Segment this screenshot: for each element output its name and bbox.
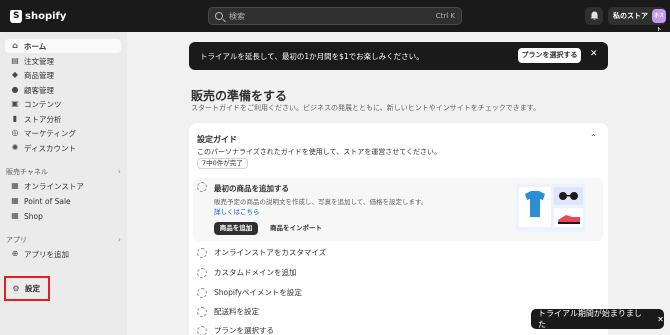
incomplete-circle-icon[interactable] (197, 307, 207, 317)
search-input[interactable]: 検索 Ctrl K (208, 7, 462, 25)
apps-label: アプリ (6, 236, 27, 244)
page-subtitle: スタートガイドをご利用ください。ビジネスの発展とともに、新しいヒントやインサイト… (191, 104, 541, 112)
target-icon: ◎ (11, 128, 19, 137)
tag-icon: ◆ (11, 70, 19, 79)
add-app-button[interactable]: ⊕ アプリを追加 (5, 247, 121, 261)
banner-text: トライアルを延長して、最初の1か月間を$1でお楽しみください。 (200, 51, 424, 61)
setup-guide-title: 設定ガイド (197, 135, 237, 144)
learn-more-link[interactable]: 詳しくはこちら (214, 206, 260, 216)
shopify-logo[interactable]: shopify (10, 9, 67, 23)
sidebar-channel-label: オンラインストア (24, 181, 84, 191)
setup-task[interactable]: カスタムドメインを追加 (214, 267, 297, 278)
orders-icon: ▤ (11, 56, 19, 65)
search-shortcut: Ctrl K (435, 12, 455, 20)
chevron-right-icon: › (117, 167, 121, 176)
close-icon[interactable]: ✕ (657, 315, 664, 324)
sidebar-item-label: ディスカウント (24, 143, 76, 153)
person-icon: ● (11, 85, 19, 94)
task-title[interactable]: 最初の商品を追加する (214, 183, 289, 194)
shopify-bag-icon (10, 9, 22, 23)
sidebar-item-label: ストア分析 (24, 114, 62, 124)
sales-channels-label: 販売チャネル (6, 168, 48, 176)
chart-icon: ▮ (12, 114, 18, 123)
pos-icon: ▦ (11, 196, 19, 205)
incomplete-circle-icon[interactable] (197, 288, 207, 298)
add-app-label: アプリを追加 (24, 249, 69, 259)
toast-text: トライアル期間が始まりました (538, 309, 642, 329)
sidebar-item-3[interactable]: ● 顧客管理 (5, 83, 121, 97)
sidebar-item-1[interactable]: ▤ 注文管理 (5, 54, 121, 68)
sidebar-channel-2[interactable]: ▦ Shop (5, 209, 121, 223)
setup-task[interactable]: Shopifyペイメントを設定 (214, 287, 302, 298)
discount-icon: ✺ (11, 143, 19, 152)
sidebar-item-label: 商品管理 (24, 70, 54, 80)
sidebar-channel-0[interactable]: ▦ オンラインストア (5, 179, 121, 193)
setup-task[interactable]: オンラインストアをカスタマイズ (214, 247, 326, 258)
sidebar-item-0[interactable]: ⌂ ホーム (5, 39, 121, 53)
logo-text: shopify (25, 10, 67, 22)
avatar: ホスト (652, 9, 666, 33)
plus-circle-icon: ⊕ (11, 249, 19, 258)
close-icon[interactable]: ✕ (590, 49, 598, 59)
setup-guide-description: このパーソナライズされたガイドを使用して、ストアを運営させてください。 (197, 148, 442, 156)
incomplete-circle-icon[interactable] (197, 182, 207, 192)
sidebar-item-label: 注文管理 (24, 56, 54, 66)
chevron-up-icon[interactable]: ⌃ (590, 133, 597, 142)
progress-badge: 7中0件が完了 (197, 158, 248, 169)
shop-icon: ▦ (11, 211, 19, 220)
incomplete-circle-icon[interactable] (197, 268, 207, 278)
store-menu-button[interactable]: 私のストア ホスト (608, 7, 666, 33)
sidebar-item-2[interactable]: ◆ 商品管理 (5, 68, 121, 82)
select-plan-button[interactable]: プランを選択する (518, 48, 581, 63)
sidebar-item-label: 顧客管理 (24, 85, 54, 95)
apps-header[interactable]: アプリ › (6, 235, 121, 245)
sidebar-item-7[interactable]: ✺ ディスカウント (5, 141, 121, 155)
store-name: 私のストア (613, 12, 648, 20)
incomplete-circle-icon[interactable] (197, 248, 207, 258)
setup-task[interactable]: 配送料を設定 (214, 306, 259, 317)
search-icon (215, 12, 223, 20)
sidebar-item-4[interactable]: ▣ コンテンツ (5, 97, 121, 111)
sidebar-item-label: マーケティング (24, 128, 76, 138)
image-icon: ▣ (11, 99, 19, 108)
search-placeholder: 検索 (229, 11, 245, 21)
sales-channels-header[interactable]: 販売チャネル › (6, 167, 121, 177)
task-description: 販売予定の商品の説明文を作成し、写真を追加して、価格を設定します。 (214, 198, 428, 206)
chevron-right-icon: › (117, 235, 121, 244)
sidebar-item-6[interactable]: ◎ マーケティング (5, 126, 121, 140)
sidebar-channel-label: Shop (24, 211, 43, 221)
settings-button[interactable]: ⚙ 設定 (4, 276, 50, 301)
sidebar-channel-label: Point of Sale (24, 196, 71, 206)
sidebar-item-5[interactable]: ▮ ストア分析 (5, 112, 121, 126)
notifications-bell-icon[interactable] (585, 7, 603, 25)
sidebar-item-label: ホーム (24, 41, 47, 51)
home-icon: ⌂ (12, 41, 18, 50)
sidebar-channel-1[interactable]: ▦ Point of Sale (5, 194, 121, 208)
import-products-button[interactable]: 商品をインポート (265, 222, 327, 235)
add-product-button[interactable]: 商品を追加 (214, 222, 258, 235)
page-title: 販売の準備をする (191, 89, 288, 103)
setup-task[interactable]: プランを選択する (214, 325, 274, 335)
gear-icon: ⚙ (12, 283, 20, 293)
sidebar-item-label: コンテンツ (24, 99, 62, 109)
incomplete-circle-icon[interactable] (197, 326, 207, 335)
toast-notification: トライアル期間が始まりました ✕ (531, 309, 664, 329)
product-illustration-icon (516, 184, 586, 232)
settings-label: 設定 (25, 284, 40, 293)
store-icon: ▦ (11, 181, 19, 190)
